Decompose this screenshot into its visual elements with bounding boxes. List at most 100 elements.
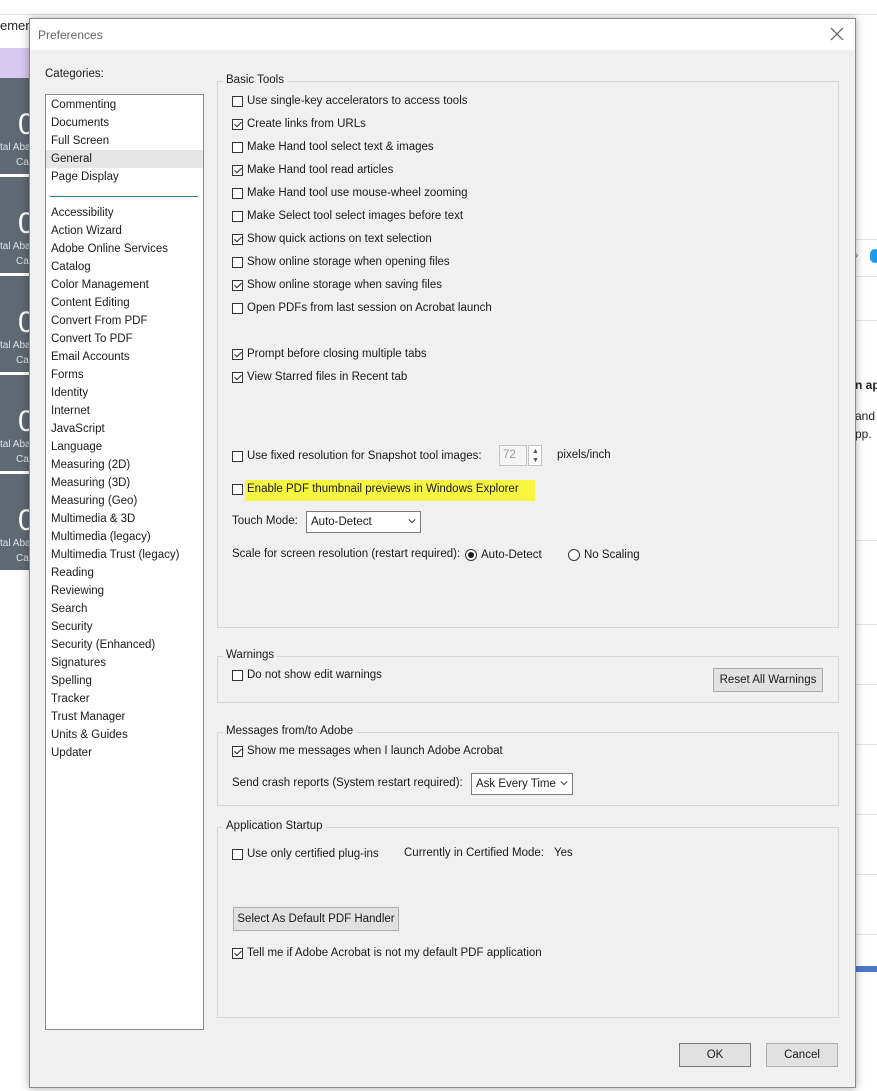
crash-reports-dropdown[interactable]: Ask Every Time (471, 773, 573, 795)
category-item-color-management[interactable]: Color Management (46, 276, 203, 294)
basic-tools-option[interactable]: Make Select tool select images before te… (232, 208, 463, 224)
spinner-down-icon[interactable]: ▼ (532, 457, 539, 464)
basic-tools-option[interactable]: Use single-key accelerators to access to… (232, 93, 468, 109)
thumbnail-preview-checkbox[interactable] (232, 483, 243, 495)
category-item-email-accounts[interactable]: Email Accounts (46, 348, 203, 366)
basic-tools-option[interactable]: Show quick actions on text selection (232, 231, 432, 247)
category-item-security-enhanced[interactable]: Security (Enhanced) (46, 636, 203, 654)
category-item-multimedia-3d[interactable]: Multimedia & 3D (46, 510, 203, 528)
thumbnail-preview-option[interactable]: Enable PDF thumbnail previews in Windows… (232, 481, 519, 497)
category-item-forms[interactable]: Forms (46, 366, 203, 384)
categories-list[interactable]: Commenting Documents Full Screen General… (45, 94, 204, 1030)
background-status-dot-icon (870, 249, 877, 263)
snapshot-resolution-option[interactable]: Use fixed resolution for Snapshot tool i… (232, 448, 482, 464)
category-item-reading[interactable]: Reading (46, 564, 203, 582)
category-item-multimedia-trust-legacy[interactable]: Multimedia Trust (legacy) (46, 546, 203, 564)
category-item-documents[interactable]: Documents (46, 114, 203, 132)
category-item-javascript[interactable]: JavaScript (46, 420, 203, 438)
basic-tools-checkbox[interactable] (232, 210, 243, 222)
default-app-notice-option[interactable]: Tell me if Adobe Acrobat is not my defau… (232, 945, 542, 961)
basic-tools-checkbox[interactable] (232, 141, 243, 153)
category-item-language[interactable]: Language (46, 438, 203, 456)
select-default-pdf-handler-button[interactable]: Select As Default PDF Handler (233, 907, 399, 931)
basic-tools-option[interactable]: Prompt before closing multiple tabs (232, 346, 427, 362)
background-tile: 0 tal Aba Ca (0, 78, 32, 174)
category-item-page-display[interactable]: Page Display (46, 168, 203, 186)
basic-tools-option-label: Show quick actions on text selection (247, 233, 432, 245)
category-item-search[interactable]: Search (46, 600, 203, 618)
ok-button[interactable]: OK (679, 1043, 751, 1067)
background-tile: 0 tal Aba Ca (0, 177, 32, 273)
basic-tools-option[interactable]: Make Hand tool select text & images (232, 139, 434, 155)
basic-tools-checkbox[interactable] (232, 164, 243, 176)
application-startup-legend: Application Startup (223, 820, 326, 832)
category-item-content-editing[interactable]: Content Editing (46, 294, 203, 312)
category-item-convert-to-pdf[interactable]: Convert To PDF (46, 330, 203, 348)
certified-plugins-option[interactable]: Use only certified plug-ins (232, 846, 379, 862)
category-item-identity[interactable]: Identity (46, 384, 203, 402)
category-item-accessibility[interactable]: Accessibility (46, 204, 203, 222)
scale-no-scaling-option[interactable]: No Scaling (568, 547, 640, 563)
show-messages-checkbox[interactable] (232, 745, 243, 757)
basic-tools-option[interactable]: View Starred files in Recent tab (232, 369, 407, 385)
scale-auto-detect-option[interactable]: Auto-Detect (465, 547, 542, 563)
snapshot-unit-label: pixels/inch (557, 449, 611, 461)
show-messages-option[interactable]: Show me messages when I launch Adobe Acr… (232, 743, 503, 759)
category-item-commenting[interactable]: Commenting (46, 96, 203, 114)
edit-warnings-option[interactable]: Do not show edit warnings (232, 667, 382, 683)
category-item-trust-manager[interactable]: Trust Manager (46, 708, 203, 726)
certified-mode-label: Currently in Certified Mode: (404, 847, 544, 859)
category-item-updater[interactable]: Updater (46, 744, 203, 762)
category-item-signatures[interactable]: Signatures (46, 654, 203, 672)
snapshot-resolution-checkbox[interactable] (232, 450, 243, 462)
thumbnail-preview-label: Enable PDF thumbnail previews in Windows… (247, 483, 519, 495)
reset-all-warnings-button[interactable]: Reset All Warnings (713, 668, 823, 692)
touch-mode-dropdown[interactable]: Auto-Detect (306, 511, 421, 533)
category-item-general[interactable]: General (46, 150, 203, 168)
category-item-multimedia-legacy[interactable]: Multimedia (legacy) (46, 528, 203, 546)
basic-tools-option-label: View Starred files in Recent tab (247, 371, 408, 383)
basic-tools-option[interactable]: Make Hand tool read articles (232, 162, 393, 178)
basic-tools-checkbox[interactable] (232, 371, 243, 383)
cancel-button[interactable]: Cancel (766, 1043, 838, 1067)
basic-tools-checkbox[interactable] (232, 187, 243, 199)
scale-no-scaling-radio[interactable] (568, 549, 580, 561)
basic-tools-option[interactable]: Make Hand tool use mouse-wheel zooming (232, 185, 468, 201)
spinner-buttons[interactable]: ▲ ▼ (528, 445, 542, 466)
category-item-adobe-online-services[interactable]: Adobe Online Services (46, 240, 203, 258)
basic-tools-option[interactable]: Show online storage when opening files (232, 254, 450, 270)
spinner-up-icon[interactable]: ▲ (532, 448, 539, 455)
basic-tools-checkbox[interactable] (232, 302, 243, 314)
basic-tools-checkbox[interactable] (232, 233, 243, 245)
show-messages-label: Show me messages when I launch Adobe Acr… (247, 745, 503, 757)
basic-tools-checkbox[interactable] (232, 279, 243, 291)
basic-tools-checkbox[interactable] (232, 256, 243, 268)
snapshot-resolution-input[interactable]: 72 (499, 445, 527, 466)
category-item-full-screen[interactable]: Full Screen (46, 132, 203, 150)
default-app-notice-checkbox[interactable] (232, 947, 243, 959)
scale-auto-detect-radio[interactable] (465, 549, 477, 561)
category-item-spelling[interactable]: Spelling (46, 672, 203, 690)
category-item-measuring-3d[interactable]: Measuring (3D) (46, 474, 203, 492)
category-item-convert-from-pdf[interactable]: Convert From PDF (46, 312, 203, 330)
category-item-measuring-2d[interactable]: Measuring (2D) (46, 456, 203, 474)
basic-tools-option-label: Make Hand tool read articles (247, 164, 394, 176)
snapshot-resolution-spinner[interactable]: 72 ▲ ▼ (499, 445, 543, 467)
category-item-units-guides[interactable]: Units & Guides (46, 726, 203, 744)
category-item-internet[interactable]: Internet (46, 402, 203, 420)
category-item-action-wizard[interactable]: Action Wizard (46, 222, 203, 240)
basic-tools-checkbox[interactable] (232, 118, 243, 130)
category-item-reviewing[interactable]: Reviewing (46, 582, 203, 600)
basic-tools-option[interactable]: Open PDFs from last session on Acrobat l… (232, 300, 492, 316)
close-icon[interactable] (825, 22, 849, 46)
category-item-tracker[interactable]: Tracker (46, 690, 203, 708)
edit-warnings-checkbox[interactable] (232, 669, 243, 681)
basic-tools-option[interactable]: Show online storage when saving files (232, 277, 442, 293)
certified-plugins-checkbox[interactable] (232, 848, 243, 860)
basic-tools-checkbox[interactable] (232, 348, 243, 360)
category-item-measuring-geo[interactable]: Measuring (Geo) (46, 492, 203, 510)
basic-tools-option[interactable]: Create links from URLs (232, 116, 366, 132)
category-item-catalog[interactable]: Catalog (46, 258, 203, 276)
basic-tools-checkbox[interactable] (232, 95, 243, 107)
category-item-security[interactable]: Security (46, 618, 203, 636)
